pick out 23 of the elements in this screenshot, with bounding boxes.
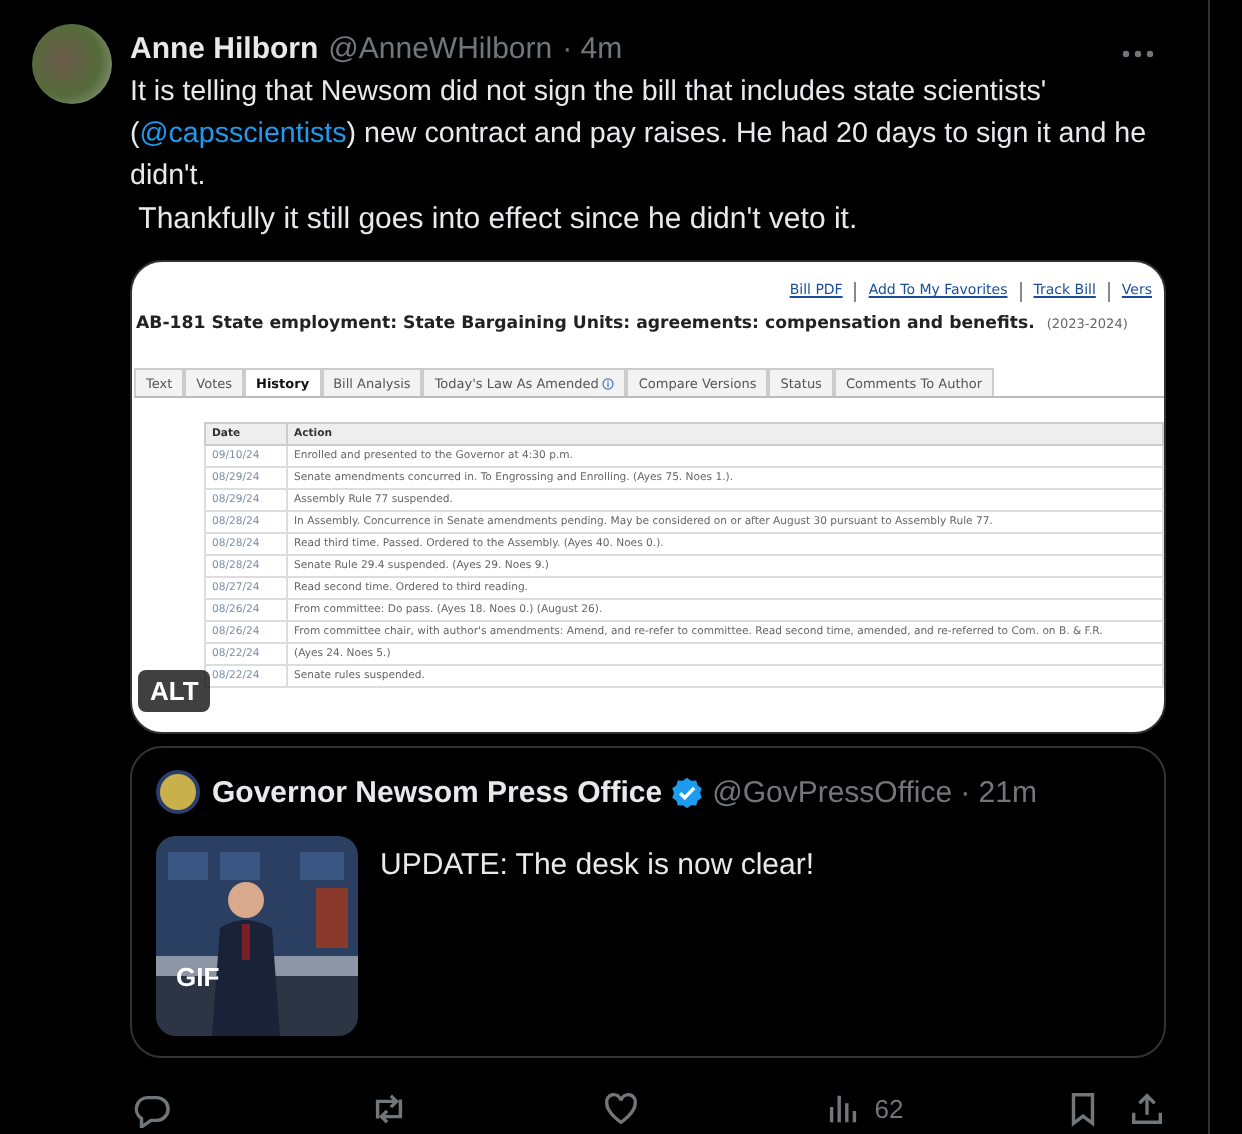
author-name[interactable]: Anne Hilborn — [130, 31, 319, 65]
heart-icon — [602, 1089, 641, 1127]
quoted-post[interactable]: Governor Newsom Press Office @GovPressOffice · 21m GIF UPDATE: The desk is now clear! — [130, 746, 1166, 1058]
quoted-text: UPDATE: The desk is now clear! — [380, 848, 815, 886]
view-count: 62 — [874, 1093, 904, 1123]
share-icon — [1128, 1089, 1166, 1127]
share-button[interactable] — [1128, 1089, 1166, 1127]
post-text: Thankfully it still goes into effect since he didn't veto it. — [136, 200, 860, 240]
author-handle[interactable]: @AnneWHilborn — [328, 31, 553, 65]
bill-title: AB-181 State employment: State Bargaining Units: agreements: compensation and benefits. — [136, 314, 1035, 334]
avatar[interactable] — [32, 24, 112, 104]
author-name[interactable]: Governor Newsom Press Office — [212, 775, 663, 809]
post-time[interactable]: · 4m — [562, 31, 623, 65]
post-text: It is telling that Newsom did not sign the bill that includes state scientists' (@capsscientists) new contract and pay raises. He had 20 days to sign it and he didn't. — [130, 74, 1149, 196]
alt-badge[interactable]: ALT — [138, 670, 211, 712]
author-handle[interactable]: @GovPressOffice — [712, 775, 953, 809]
avatar[interactable] — [156, 770, 200, 814]
post-time[interactable]: · 21m — [960, 775, 1037, 809]
mention-link[interactable]: @capsscientists — [139, 118, 347, 150]
more-icon[interactable] — [1122, 49, 1154, 57]
views-button[interactable]: 62 — [824, 1089, 1065, 1127]
attached-screenshot[interactable] — [130, 260, 1166, 734]
gif-label: GIF — [176, 962, 220, 992]
